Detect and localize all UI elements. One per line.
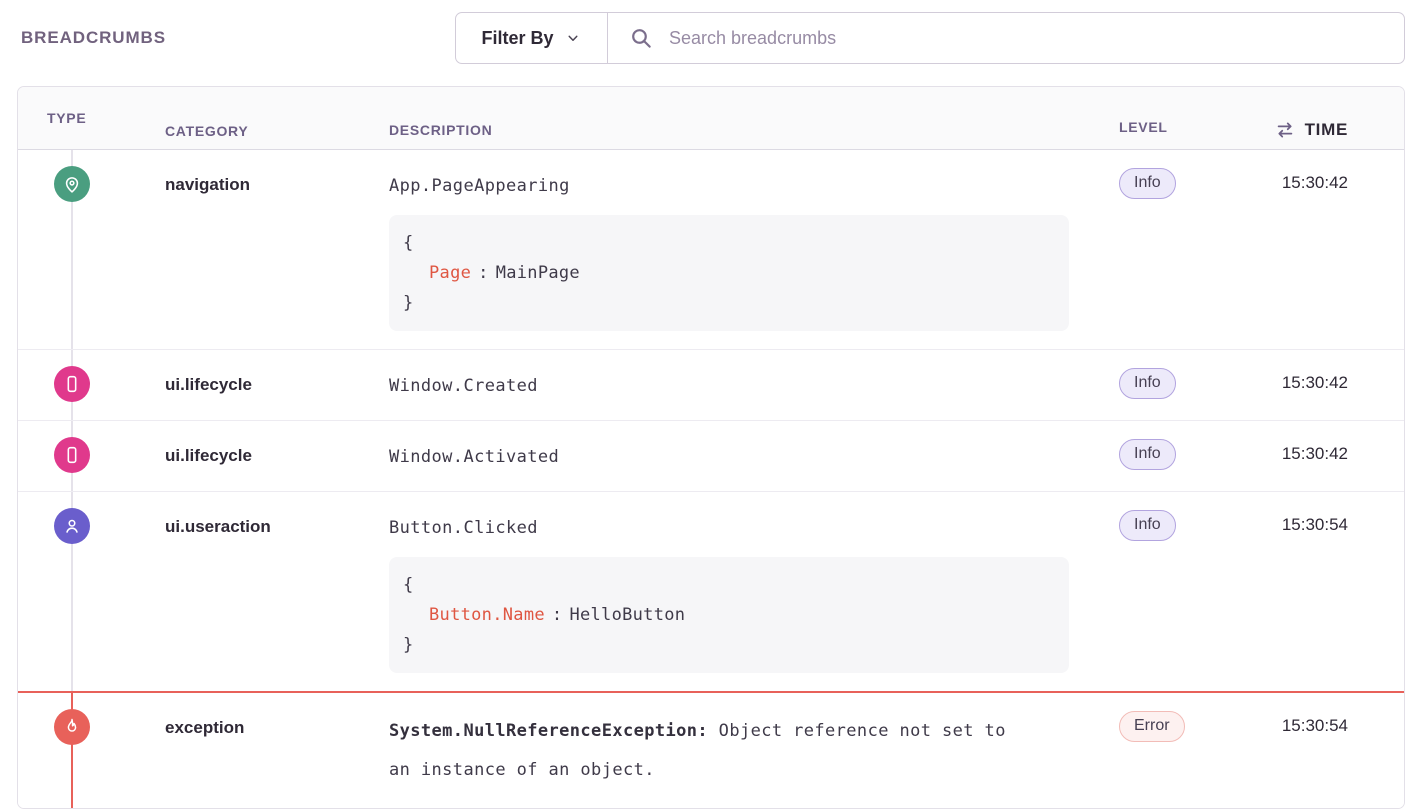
code-value: HelloButton (569, 605, 685, 625)
description-rest: Button.Clicked (389, 518, 538, 538)
code-block: { Page: MainPage } (389, 215, 1069, 331)
description-text: Window.Activated (389, 445, 1102, 470)
header-type: TYPE (18, 110, 148, 126)
breadcrumbs-table: TYPE CATEGORY DESCRIPTION LEVEL TIME nav… (17, 86, 1405, 809)
breadcrumb-row[interactable]: navigation App.PageAppearing { Page: Main… (18, 150, 1404, 349)
category-label: ui.useraction (165, 517, 271, 536)
description-rest: Window.Activated (389, 447, 559, 467)
category-label: exception (165, 718, 244, 737)
code-separator: : (552, 605, 563, 625)
sort-time-button[interactable] (1274, 119, 1296, 141)
description-bold: System.NullReferenceException: (389, 721, 708, 741)
level-badge: Info (1119, 510, 1176, 541)
description-rest: Window.Created (389, 376, 538, 396)
header-level: LEVEL (1102, 101, 1272, 135)
code-close-brace: } (403, 630, 1059, 660)
category-label: ui.lifecycle (165, 446, 252, 465)
code-block: { Button.Name: HelloButton } (389, 557, 1069, 673)
time-value: 15:30:42 (1282, 173, 1348, 192)
chevron-down-icon (564, 29, 582, 47)
breadcrumbs-panel: BREADCRUMBS Filter By TYPE CATEGORY DESC… (0, 0, 1428, 809)
breadcrumb-row[interactable]: ui.useraction Button.Clicked { Button.Na… (18, 491, 1404, 691)
breadcrumb-row[interactable]: ui.lifecycle Window.Created Info 15:30:4… (18, 349, 1404, 420)
search-input[interactable] (667, 27, 1386, 50)
mobile-icon (54, 437, 90, 473)
time-value: 15:30:42 (1282, 373, 1348, 392)
header-time: TIME (1272, 96, 1404, 141)
level-badge: Error (1119, 711, 1185, 742)
description-text: Window.Created (389, 374, 1102, 399)
user-icon (54, 508, 90, 544)
mobile-icon (54, 366, 90, 402)
code-value: MainPage (496, 263, 580, 283)
description-text: System.NullReferenceException: Object re… (389, 712, 1037, 790)
code-key: Button.Name (429, 605, 545, 625)
location-pin-icon (54, 166, 90, 202)
search-icon (628, 25, 654, 51)
table-header: TYPE CATEGORY DESCRIPTION LEVEL TIME (18, 87, 1404, 150)
table-body: navigation App.PageAppearing { Page: Main… (18, 150, 1404, 808)
header-category: CATEGORY (148, 98, 372, 139)
description-text: App.PageAppearing (389, 174, 1102, 199)
filter-by-label: Filter By (481, 28, 553, 49)
level-badge: Info (1119, 168, 1176, 199)
filter-toolbar: Filter By (455, 12, 1405, 64)
search-box[interactable] (608, 13, 1404, 63)
description-rest: App.PageAppearing (389, 176, 570, 196)
time-value: 15:30:54 (1282, 515, 1348, 534)
fire-icon (54, 709, 90, 745)
breadcrumb-row[interactable]: exception System.NullReferenceException:… (18, 691, 1404, 808)
level-badge: Info (1119, 368, 1176, 399)
level-badge: Info (1119, 439, 1176, 470)
code-separator: : (478, 263, 489, 283)
header-time-label: TIME (1305, 120, 1348, 140)
header-description: DESCRIPTION (372, 98, 1102, 138)
category-label: navigation (165, 175, 250, 194)
swap-arrows-icon (1274, 119, 1296, 141)
code-open-brace: { (403, 228, 1059, 258)
description-text: Button.Clicked (389, 516, 1102, 541)
time-value: 15:30:42 (1282, 444, 1348, 463)
code-close-brace: } (403, 288, 1059, 318)
code-open-brace: { (403, 570, 1059, 600)
topbar: BREADCRUMBS Filter By (17, 0, 1405, 64)
breadcrumb-row[interactable]: ui.lifecycle Window.Activated Info 15:30… (18, 420, 1404, 491)
time-value: 15:30:54 (1282, 716, 1348, 735)
filter-by-button[interactable]: Filter By (456, 13, 608, 63)
page-title: BREADCRUMBS (21, 28, 166, 48)
category-label: ui.lifecycle (165, 375, 252, 394)
code-key: Page (429, 263, 471, 283)
